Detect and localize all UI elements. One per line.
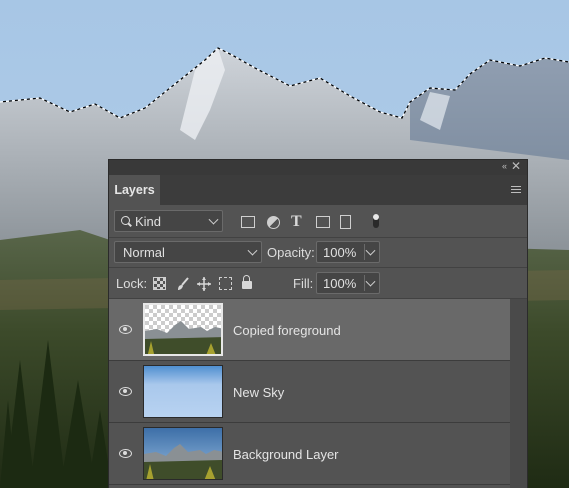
eye-visibility-icon[interactable] [119, 325, 132, 334]
layer-name[interactable]: Background Layer [233, 447, 339, 462]
chevron-down-icon [247, 245, 258, 256]
layer-name[interactable]: Copied foreground [233, 323, 341, 338]
type-layer-filter-icon[interactable]: T [291, 213, 305, 230]
close-panel-icon[interactable]: ✕ [511, 159, 521, 173]
fill-label: Fill: [293, 276, 314, 291]
filter-toggle-switch[interactable] [373, 214, 379, 228]
chevron-down-icon [208, 214, 219, 225]
chevron-down-icon[interactable] [365, 276, 376, 287]
panel-tab-bar: Layers [109, 175, 527, 205]
lock-image-pixels-icon[interactable] [176, 277, 189, 290]
layer-thumbnail[interactable] [143, 427, 223, 480]
adjustment-layer-filter-icon[interactable] [267, 216, 280, 229]
smart-object-filter-icon[interactable] [340, 215, 351, 229]
lock-row: Lock: Fill: 100% [109, 268, 527, 299]
layer-list-scrollbar[interactable] [510, 299, 527, 488]
layer-list: Copied foreground New Sky Background Lay… [109, 299, 510, 488]
panel-menu-icon[interactable] [511, 186, 521, 194]
filter-kind-label: Kind [135, 214, 162, 229]
lock-label: Lock: [116, 276, 148, 291]
pixel-layer-filter-icon[interactable] [241, 216, 255, 228]
filter-kind-dropdown[interactable]: Kind [114, 210, 223, 232]
lock-position-icon[interactable] [197, 277, 211, 291]
layers-panel: « ✕ Layers Kind T Normal Opacity: 100% L… [108, 159, 528, 488]
lock-transparent-pixels-icon[interactable] [153, 277, 166, 290]
fill-value: 100% [323, 276, 357, 291]
lock-artboard-icon[interactable] [219, 277, 232, 290]
blend-mode-dropdown[interactable]: Normal [114, 241, 262, 263]
layer-row[interactable]: New Sky [109, 361, 510, 423]
layer-filter-row: Kind T [109, 205, 527, 238]
search-icon [121, 216, 130, 225]
blend-mode-value: Normal [123, 245, 165, 260]
opacity-label: Opacity: [267, 245, 315, 260]
lock-all-icon[interactable] [242, 275, 252, 289]
fill-field[interactable]: 100% [316, 272, 380, 294]
opacity-field[interactable]: 100% [316, 241, 380, 263]
opacity-value: 100% [323, 245, 357, 260]
tab-layers[interactable]: Layers [109, 175, 160, 205]
collapse-panel-icon[interactable]: « [502, 161, 507, 171]
blend-mode-row: Normal Opacity: 100% [109, 238, 527, 268]
layer-row[interactable]: Background Layer [109, 423, 510, 485]
eye-visibility-icon[interactable] [119, 387, 132, 396]
layer-row[interactable]: Copied foreground [109, 299, 510, 361]
panel-title-bar[interactable]: « ✕ [109, 159, 527, 175]
chevron-down-icon[interactable] [365, 245, 376, 256]
layer-thumbnail[interactable] [143, 303, 223, 356]
layer-name[interactable]: New Sky [233, 385, 284, 400]
eye-visibility-icon[interactable] [119, 449, 132, 458]
shape-layer-filter-icon[interactable] [316, 216, 330, 228]
layer-thumbnail[interactable] [143, 365, 223, 418]
